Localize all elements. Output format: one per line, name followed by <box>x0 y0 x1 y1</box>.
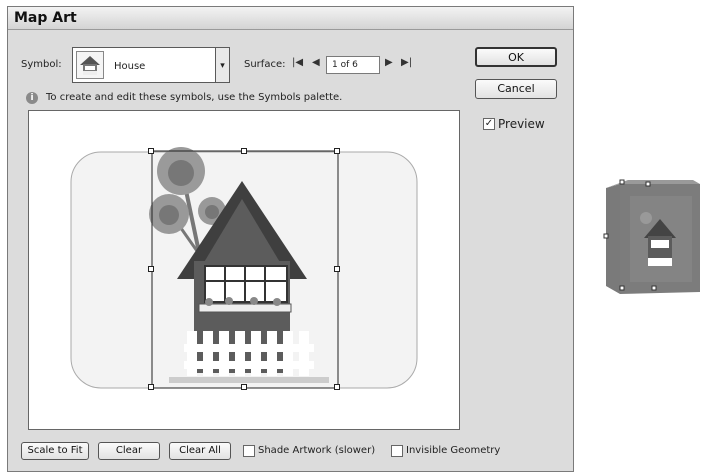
ok-button[interactable]: OK <box>475 47 557 67</box>
shade-artwork-label: Shade Artwork (slower) <box>258 445 376 456</box>
first-surface-icon[interactable]: |◀ <box>292 57 303 68</box>
invisible-geometry-label: Invisible Geometry <box>406 445 501 456</box>
selection-handle[interactable] <box>241 148 247 154</box>
scale-to-fit-button[interactable]: Scale to Fit <box>21 442 89 460</box>
map-preview-canvas[interactable] <box>28 110 460 430</box>
next-surface-icon[interactable]: ▶ <box>385 57 393 68</box>
map-art-dialog: Map Art Symbol: House ▾ Surface: |◀ ◀ 1 … <box>7 6 574 472</box>
info-icon: i <box>26 92 38 104</box>
selection-handle[interactable] <box>334 266 340 272</box>
surface-field[interactable]: 1 of 6 <box>326 56 380 74</box>
selection-handle[interactable] <box>148 148 154 154</box>
symbol-label: Symbol: <box>21 59 62 70</box>
3d-cube-preview <box>603 179 700 294</box>
preview-label: Preview <box>498 117 545 131</box>
dropdown-arrow-icon[interactable]: ▾ <box>215 47 230 83</box>
dialog-title: Map Art <box>8 7 573 30</box>
selection-handle[interactable] <box>148 266 154 272</box>
selection-handle[interactable] <box>241 384 247 390</box>
map-preview-art <box>70 147 418 389</box>
clear-all-button[interactable]: Clear All <box>169 442 231 460</box>
symbol-select[interactable]: House <box>72 47 230 83</box>
selection-handle[interactable] <box>148 384 154 390</box>
cancel-button[interactable]: Cancel <box>475 79 557 99</box>
selection-handle[interactable] <box>334 148 340 154</box>
surface-label: Surface: <box>244 59 286 70</box>
house-symbol-icon <box>76 51 104 79</box>
symbol-value: House <box>114 61 146 72</box>
invisible-geometry-checkbox[interactable] <box>391 445 403 457</box>
shade-artwork-checkbox[interactable] <box>243 445 255 457</box>
preview-checkbox[interactable]: ✓ <box>483 118 495 130</box>
clear-button[interactable]: Clear <box>98 442 160 460</box>
prev-surface-icon[interactable]: ◀ <box>312 57 320 68</box>
info-text: To create and edit these symbols, use th… <box>46 92 343 103</box>
last-surface-icon[interactable]: ▶| <box>401 57 412 68</box>
selection-handle[interactable] <box>334 384 340 390</box>
